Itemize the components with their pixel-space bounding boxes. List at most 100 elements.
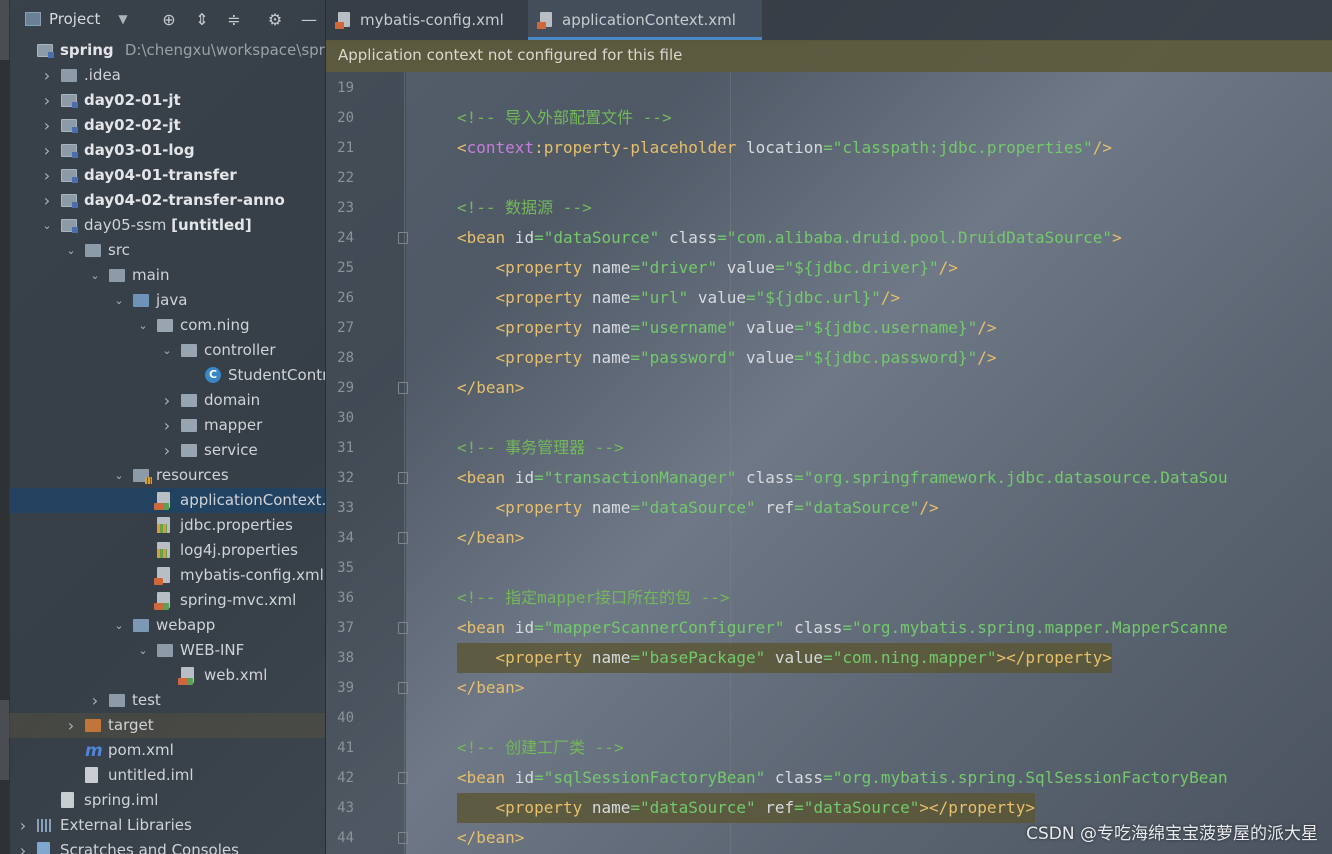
- code-line[interactable]: 26 <property name="url" value="${jdbc.ur…: [326, 283, 1332, 313]
- tree-item[interactable]: ⌄ controller: [9, 338, 325, 363]
- tree-item[interactable]: C StudentController: [9, 363, 325, 388]
- code-line[interactable]: 35: [326, 553, 1332, 583]
- chevron-right-icon[interactable]: ›: [41, 63, 53, 88]
- chevron-down-icon[interactable]: ⌄: [113, 288, 125, 313]
- tree-item[interactable]: ⌄ WEB-INF: [9, 638, 325, 663]
- tree-item[interactable]: log4j.properties: [9, 538, 325, 563]
- tree-item[interactable]: untitled.iml: [9, 763, 325, 788]
- fold-marker-icon[interactable]: [398, 832, 408, 844]
- tree-item[interactable]: › Scratches and Consoles: [9, 838, 325, 854]
- tree-item[interactable]: spring.iml: [9, 788, 325, 813]
- code-line[interactable]: 27 <property name="username" value="${jd…: [326, 313, 1332, 343]
- hide-icon[interactable]: —: [299, 10, 319, 30]
- code-line[interactable]: 24 <bean id="dataSource" class="com.aliba…: [326, 223, 1332, 253]
- tree-item[interactable]: › domain: [9, 388, 325, 413]
- tree-item[interactable]: › day02-02-jt: [9, 113, 325, 138]
- code-line[interactable]: 29 </bean>: [326, 373, 1332, 403]
- chevron-right-icon[interactable]: ›: [89, 688, 101, 713]
- fold-marker-icon[interactable]: [398, 472, 408, 484]
- chevron-down-icon[interactable]: ⌄: [137, 638, 149, 663]
- tree-item[interactable]: applicationContext.xml: [9, 488, 325, 513]
- code-line[interactable]: 33 <property name="dataSource" ref="data…: [326, 493, 1332, 523]
- fold-marker-icon[interactable]: [398, 532, 408, 544]
- fold-marker-icon[interactable]: [398, 772, 408, 784]
- code-line[interactable]: 22: [326, 163, 1332, 193]
- tree-item[interactable]: spring-mvc.xml: [9, 588, 325, 613]
- code-line[interactable]: 36 <!-- 指定mapper接口所在的包 -->: [326, 583, 1332, 613]
- chevron-right-icon[interactable]: ›: [41, 188, 53, 213]
- chevron-right-icon[interactable]: ›: [41, 88, 53, 113]
- tree-item[interactable]: › day03-01-log: [9, 138, 325, 163]
- tree-item[interactable]: › day02-01-jt: [9, 88, 325, 113]
- tab-application-context[interactable]: applicationContext.xml: [528, 0, 762, 40]
- code-line[interactable]: 30: [326, 403, 1332, 433]
- tree-item[interactable]: ⌄ com.ning: [9, 313, 325, 338]
- fold-marker-icon[interactable]: [398, 382, 408, 394]
- chevron-down-icon[interactable]: ⌄: [89, 263, 101, 288]
- structure-tool-tab[interactable]: [0, 700, 9, 780]
- code-line[interactable]: 25 <property name="driver" value="${jdbc…: [326, 253, 1332, 283]
- chevron-right-icon[interactable]: ›: [41, 113, 53, 138]
- code-line[interactable]: 21 <context:property-placeholder location…: [326, 133, 1332, 163]
- tab-mybatis-config[interactable]: mybatis-config.xml ×: [326, 0, 560, 40]
- tree-item[interactable]: mybatis-config.xml: [9, 563, 325, 588]
- tree-item[interactable]: ⌄ resources: [9, 463, 325, 488]
- chevron-down-icon[interactable]: ⌄: [161, 338, 173, 363]
- tree-item[interactable]: › target: [9, 713, 325, 738]
- tree-item[interactable]: ⌄ webapp: [9, 613, 325, 638]
- chevron-right-icon[interactable]: ›: [17, 838, 29, 854]
- code-line[interactable]: 32 <bean id="transactionManager" class="o…: [326, 463, 1332, 493]
- chevron-right-icon[interactable]: ›: [17, 813, 29, 838]
- code-line[interactable]: 37 <bean id="mapperScannerConfigurer" cla…: [326, 613, 1332, 643]
- chevron-right-icon[interactable]: ›: [41, 138, 53, 163]
- tree-item[interactable]: › test: [9, 688, 325, 713]
- fold-marker-icon[interactable]: [398, 622, 408, 634]
- code-line[interactable]: 19: [326, 73, 1332, 103]
- tree-item[interactable]: jdbc.properties: [9, 513, 325, 538]
- code-line[interactable]: 31 <!-- 事务管理器 -->: [326, 433, 1332, 463]
- chevron-down-icon[interactable]: ⌄: [137, 313, 149, 338]
- chevron-down-icon[interactable]: ⌄: [41, 213, 53, 238]
- chevron-right-icon[interactable]: ›: [41, 163, 53, 188]
- tree-item[interactable]: › service: [9, 438, 325, 463]
- chevron-right-icon[interactable]: ›: [65, 713, 77, 738]
- code-line[interactable]: 20 <!-- 导入外部配置文件 -->: [326, 103, 1332, 133]
- tree-item[interactable]: › mapper: [9, 413, 325, 438]
- fold-marker-icon[interactable]: [398, 232, 408, 244]
- code-line[interactable]: 41 <!-- 创建工厂类 -->: [326, 733, 1332, 763]
- watermark: CSDN @专吃海绵宝宝菠萝屋的派大星: [1026, 824, 1318, 844]
- tree-item[interactable]: m pom.xml: [9, 738, 325, 763]
- tree-item[interactable]: › day04-02-transfer-anno: [9, 188, 325, 213]
- chevron-right-icon[interactable]: ›: [161, 438, 173, 463]
- chevron-down-icon[interactable]: ⌄: [113, 463, 125, 488]
- code-view[interactable]: 19 20 <!-- 导入外部配置文件 --> 21 <context:property…: [326, 73, 1332, 853]
- project-view-selector[interactable]: Project ▼: [25, 10, 128, 28]
- expand-all-icon[interactable]: ⇕: [192, 10, 212, 30]
- tree-item[interactable]: › External Libraries: [9, 813, 325, 838]
- code-line[interactable]: 34 </bean>: [326, 523, 1332, 553]
- chevron-down-icon[interactable]: ⌄: [65, 238, 77, 263]
- fold-marker-icon[interactable]: [398, 682, 408, 694]
- tree-item[interactable]: › .idea: [9, 63, 325, 88]
- chevron-down-icon[interactable]: ⌄: [113, 613, 125, 638]
- tree-item-label: day02-02-jt: [84, 116, 181, 134]
- code-line[interactable]: 28 <property name="password" value="${jd…: [326, 343, 1332, 373]
- tree-item[interactable]: ⌄ java: [9, 288, 325, 313]
- tree-item[interactable]: ⌄ main: [9, 263, 325, 288]
- code-line[interactable]: 39 </bean>: [326, 673, 1332, 703]
- chevron-right-icon[interactable]: ›: [161, 413, 173, 438]
- chevron-right-icon[interactable]: ›: [161, 388, 173, 413]
- code-line[interactable]: 23 <!-- 数据源 -->: [326, 193, 1332, 223]
- gear-icon[interactable]: ⚙: [265, 10, 285, 30]
- code-line[interactable]: 40: [326, 703, 1332, 733]
- tree-item[interactable]: › day04-01-transfer: [9, 163, 325, 188]
- code-line[interactable]: 42 <bean id="sqlSessionFactoryBean" class…: [326, 763, 1332, 793]
- project-tool-tab[interactable]: [0, 0, 9, 60]
- tree-item[interactable]: ⌄ day05-ssm [untitled]: [9, 213, 325, 238]
- tree-item[interactable]: spring D:\chengxu\workspace\spring: [9, 38, 325, 63]
- tree-item[interactable]: ⌄ src: [9, 238, 325, 263]
- locate-icon[interactable]: ⊕: [159, 10, 179, 30]
- tree-item[interactable]: web.xml: [9, 663, 325, 688]
- code-line[interactable]: 38 <property name="basePackage" value="c…: [326, 643, 1332, 673]
- collapse-all-icon[interactable]: ≑: [224, 10, 244, 30]
